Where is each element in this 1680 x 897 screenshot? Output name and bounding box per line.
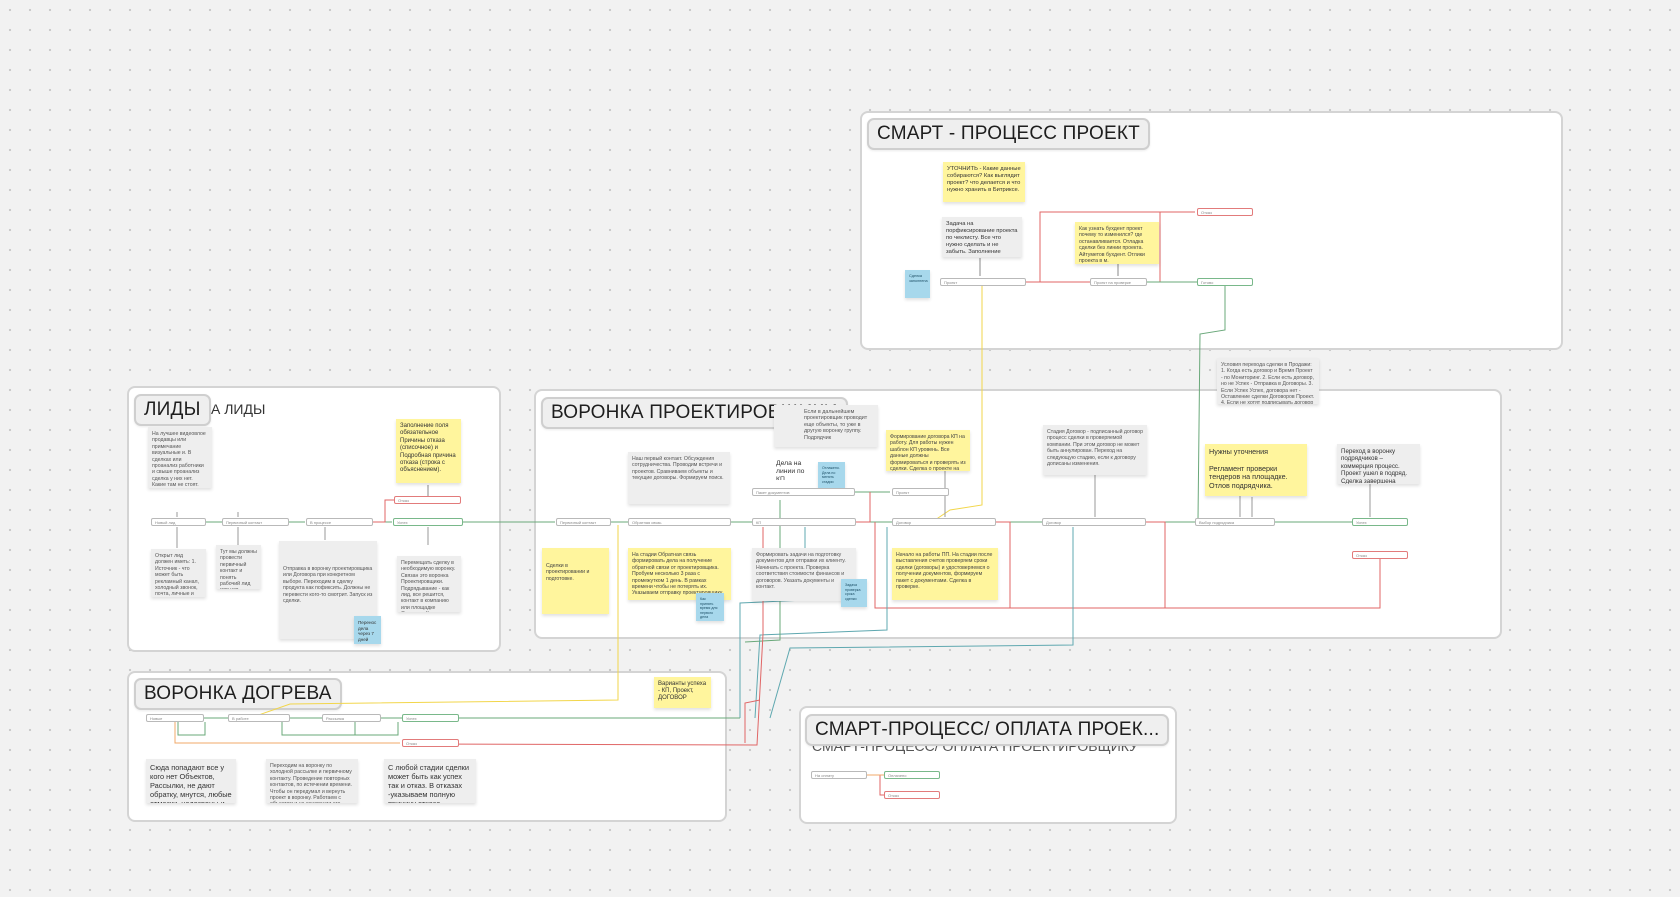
note-designers-b4[interactable]: Начало на работы ПП. На стадии после выс… — [892, 548, 998, 600]
note-designers-blue-b2[interactable]: Как принять время для первого дела — [696, 593, 724, 621]
note-designers-need[interactable]: Нужны уточнения Регламент проверки тенде… — [1205, 444, 1307, 496]
stage-contract-3[interactable]: Рассылка — [322, 714, 381, 722]
note-contract-1[interactable]: Сюда попадают все у кого нет Объектов, Р… — [146, 759, 236, 803]
note-contract-3[interactable]: С любой стадии сделки может быть как усп… — [384, 759, 476, 803]
note-designers-contract[interactable]: Стадия Договор - подписанный договор про… — [1043, 425, 1147, 475]
stage-contract-1[interactable]: Новые — [146, 714, 204, 722]
note-smart-task[interactable]: Задача на порфиксирование проекта по чек… — [942, 217, 1022, 257]
stage-designers-2[interactable]: Обратная связь — [628, 518, 731, 526]
stage-smart-project[interactable]: Проект — [940, 278, 1026, 286]
section-subtitle-leads: А ЛИДЫ — [211, 401, 266, 417]
stage-designers-6[interactable]: Проект — [892, 488, 949, 496]
note-designers-1[interactable]: Наш первый контакт. Обсуждения сотруднич… — [628, 452, 730, 504]
note-smart-question[interactable]: УТОЧНИТЬ - Какие данные собираются? Как … — [943, 162, 1025, 202]
note-designers-b1[interactable]: Сделки в проектировании и подготовке. — [542, 548, 609, 614]
stage-designers-ok[interactable]: Успех — [1352, 518, 1408, 526]
note-leads-2[interactable]: Открыт лид должен иметь: 1. Источник - ч… — [151, 549, 206, 597]
note-designers-transfer[interactable]: Переход в воронку подрядчиков – коммерци… — [1337, 444, 1420, 484]
note-designers-blue-kp[interactable]: Отлажено. Дела по менять стадии — [818, 462, 845, 489]
stage-designers-fail[interactable]: Отказ — [1352, 551, 1408, 559]
note-transfer-conditions[interactable]: Условия перехода сделки в Продажи: 1. Ко… — [1217, 358, 1319, 404]
note-leads-reason[interactable]: Заполнение поля обязательное Причины отк… — [396, 419, 461, 483]
note-designers-2[interactable]: Если в дальнейшем проектировщик проводит… — [774, 405, 878, 447]
stage-leads-new[interactable]: Новый лид — [151, 518, 206, 526]
note-contract-2[interactable]: Переходим на воронку по холодной рассылк… — [266, 759, 358, 803]
section-title-contract[interactable]: ВОРОНКА ДОГРЕВА — [134, 678, 342, 710]
stage-payment-2[interactable]: Оплачено — [884, 771, 940, 779]
stage-smart-done[interactable]: Готово — [1197, 278, 1253, 286]
note-leads-1[interactable]: На лучшее видеовлое продавцы или примеча… — [148, 427, 212, 488]
stage-designers-7[interactable]: Договор — [1042, 518, 1146, 526]
note-contract-success[interactable]: Варианты успеха - КП, Проект, ДОГОВОР — [654, 677, 711, 708]
note-leads-5[interactable]: Перемещать сделку в необходимую воронку.… — [397, 556, 461, 612]
section-title-payment[interactable]: СМАРТ-ПРОЦЕСС/ ОПЛАТА ПРОЕК... — [805, 714, 1170, 746]
stage-designers-3[interactable]: Пакет документов — [752, 488, 855, 496]
note-designers-kp[interactable]: Формирование договора КП на работу. Для … — [886, 430, 970, 471]
stage-leads-qual[interactable]: В процессе — [306, 518, 373, 526]
note-designers-blue-b3[interactable]: Задача проверка срока сделки — [841, 579, 867, 607]
stage-payment-3[interactable]: Отказ — [884, 791, 940, 799]
section-title-leads[interactable]: ЛИДЫ — [134, 394, 211, 426]
note-smart-yellow2[interactable]: Как узнать бухдент проект почему то изме… — [1075, 222, 1159, 264]
note-leads-3[interactable]: Тут мы должны провести первичный контакт… — [216, 545, 261, 589]
stage-leads-contact[interactable]: Первичный контакт — [222, 518, 289, 526]
stage-designers-4[interactable]: КП — [752, 518, 856, 526]
stage-leads-fail[interactable]: Отказ — [394, 496, 461, 504]
stage-smart-check[interactable]: Проект на проверке — [1090, 278, 1147, 286]
stage-designers-5[interactable]: Договор — [892, 518, 996, 526]
stage-designers-8[interactable]: Выбор подрядчика — [1195, 518, 1275, 526]
stage-contract-5[interactable]: Отказ — [402, 739, 459, 747]
stage-contract-4[interactable]: Успех — [402, 714, 459, 722]
section-title-smart-project[interactable]: СМАРТ - ПРОЦЕСС ПРОЕКТ — [867, 118, 1150, 150]
stage-leads-ok[interactable]: Успех — [393, 518, 463, 526]
note-designers-deals[interactable]: Дела на линии по КП — [772, 456, 816, 480]
note-smart-blue[interactable]: Сделка заполнена — [905, 270, 930, 298]
stage-designers-1[interactable]: Первичный контакт — [556, 518, 611, 526]
note-leads-blue[interactable]: Перенос дела через 7 дней — [354, 616, 381, 644]
stage-smart-fail[interactable]: Отказ — [1197, 208, 1253, 216]
stage-contract-2[interactable]: В работе — [228, 714, 290, 722]
stage-payment-1[interactable]: На оплату — [811, 771, 867, 779]
